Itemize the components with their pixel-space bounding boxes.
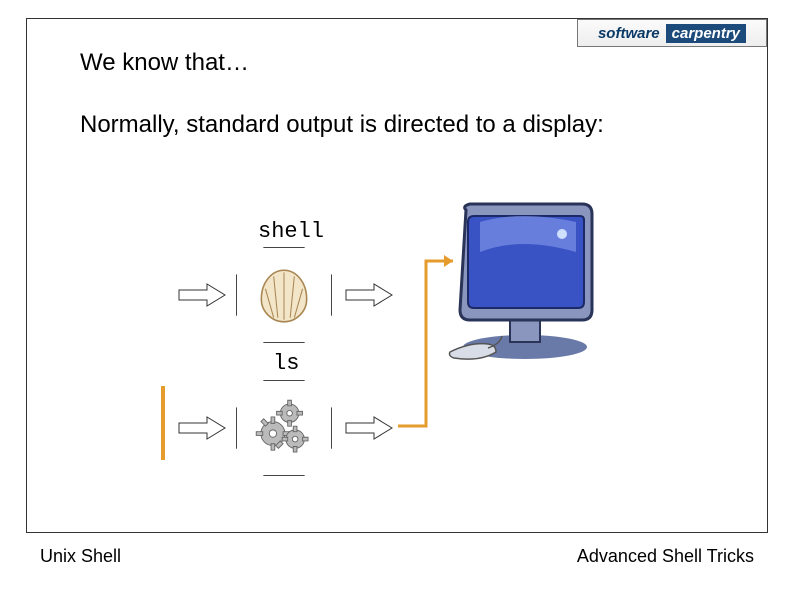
arrow-into-ls	[177, 415, 227, 441]
logo: software carpentry	[577, 19, 767, 47]
footer-right: Advanced Shell Tricks	[577, 546, 754, 567]
logo-word2: carpentry	[666, 24, 746, 43]
heading-2: Normally, standard output is directed to…	[80, 111, 604, 139]
octagon-ls	[236, 380, 332, 476]
label-shell: shell	[258, 219, 324, 244]
arrow-shell-to-display	[344, 282, 394, 308]
gears-icon	[247, 391, 321, 465]
octagon-shell	[236, 247, 332, 343]
heading-1: We know that…	[80, 49, 249, 77]
logo-word1: software	[598, 25, 660, 42]
orange-vertical-bar	[161, 386, 165, 460]
shell-icon	[251, 262, 317, 328]
arrow-ls-out	[344, 415, 394, 441]
label-ls: ls	[273, 351, 299, 376]
arrow-into-shell	[177, 282, 227, 308]
monitor-icon	[440, 192, 610, 362]
footer-left: Unix Shell	[40, 546, 121, 567]
slide-border	[26, 18, 768, 533]
